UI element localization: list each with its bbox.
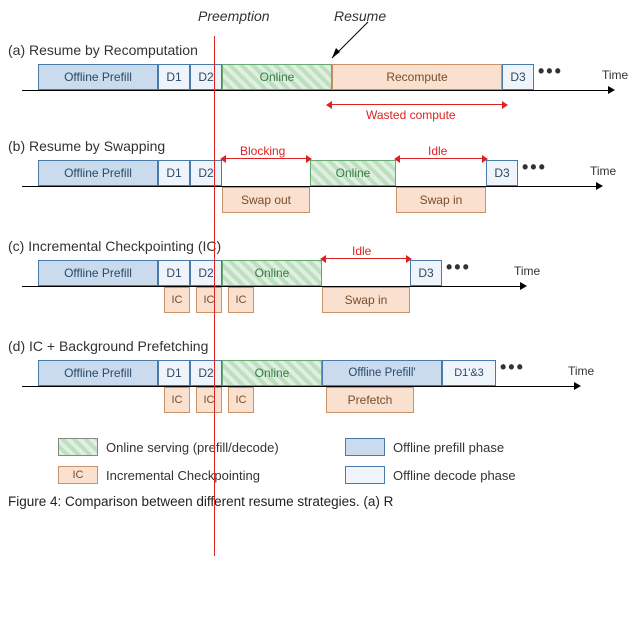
block-d2: D2 — [190, 160, 222, 186]
row-c: (c) Incremental Checkpointing (IC) Offli… — [8, 238, 632, 324]
block-online: Online — [222, 260, 322, 286]
ellipsis-icon: ••• — [500, 357, 525, 378]
block-d3: D3 — [486, 160, 518, 186]
row-title: (b) Resume by Swapping — [8, 138, 632, 154]
block-d1: D1 — [158, 260, 190, 286]
block-swap-in: Swap in — [396, 187, 486, 213]
ic-swatch-icon: IC — [58, 466, 98, 484]
legend-label: Online serving (prefill/decode) — [106, 440, 279, 455]
header: Preemption Resume — [8, 8, 632, 38]
block-online: Online — [222, 360, 322, 386]
block-d3: D3 — [410, 260, 442, 286]
time-axis — [22, 386, 574, 387]
block-d1-3: D1'&3 — [442, 360, 496, 386]
time-axis — [22, 90, 608, 91]
block-offline-prefill: Offline Prefill — [38, 160, 158, 186]
block-online: Online — [310, 160, 396, 186]
block-d2: D2 — [190, 360, 222, 386]
legend: Online serving (prefill/decode) Offline … — [58, 438, 602, 484]
block-online: Online — [222, 64, 332, 90]
time-label: Time — [514, 264, 540, 278]
online-swatch-icon — [58, 438, 98, 456]
block-d3: D3 — [502, 64, 534, 90]
block-recompute: Recompute — [332, 64, 502, 90]
row-a: (a) Resume by Recomputation Offline Pref… — [8, 42, 632, 124]
blocking-arrow — [226, 158, 306, 159]
block-swap-in: Swap in — [322, 287, 410, 313]
block-ic: IC — [228, 287, 254, 313]
figure-caption: Figure 4: Comparison between different r… — [8, 494, 632, 509]
offline-decode-swatch-icon — [345, 466, 385, 484]
axis-arrowhead-icon — [596, 182, 603, 190]
time-axis — [22, 286, 520, 287]
idle-label: Idle — [352, 244, 371, 258]
axis-arrowhead-icon — [574, 382, 581, 390]
legend-label: Incremental Checkpointing — [106, 468, 260, 483]
time-label: Time — [590, 164, 616, 178]
block-prefetch: Prefetch — [326, 387, 414, 413]
legend-ic: IC Incremental Checkpointing — [58, 466, 315, 484]
preemption-label: Preemption — [198, 8, 270, 24]
time-label: Time — [568, 364, 594, 378]
block-ic: IC — [164, 387, 190, 413]
block-ic: IC — [164, 287, 190, 313]
ellipsis-icon: ••• — [538, 61, 563, 82]
legend-label: Offline decode phase — [393, 468, 516, 483]
block-ic: IC — [196, 287, 222, 313]
block-d2: D2 — [190, 64, 222, 90]
row-title: (c) Incremental Checkpointing (IC) — [8, 238, 632, 254]
legend-offline-decode: Offline decode phase — [345, 466, 602, 484]
row-b: (b) Resume by Swapping Offline Prefill D… — [8, 138, 632, 224]
block-offline-prefill: Offline Prefill — [38, 64, 158, 90]
block-ic: IC — [196, 387, 222, 413]
axis-arrowhead-icon — [520, 282, 527, 290]
legend-label: Offline prefill phase — [393, 440, 504, 455]
block-d2: D2 — [190, 260, 222, 286]
axis-arrowhead-icon — [608, 86, 615, 94]
block-d1: D1 — [158, 64, 190, 90]
legend-offline-prefill: Offline prefill phase — [345, 438, 602, 456]
block-d1: D1 — [158, 360, 190, 386]
row-title: (a) Resume by Recomputation — [8, 42, 632, 58]
block-offline-prefill: Offline Prefill — [38, 260, 158, 286]
block-d1: D1 — [158, 160, 190, 186]
row-title: (d) IC + Background Prefetching — [8, 338, 632, 354]
offline-prefill-swatch-icon — [345, 438, 385, 456]
wasted-label: Wasted compute — [366, 108, 456, 122]
ellipsis-icon: ••• — [522, 157, 547, 178]
ellipsis-icon: ••• — [446, 257, 471, 278]
idle-label: Idle — [428, 144, 447, 158]
block-offline-prefill2: Offline Prefill' — [322, 360, 442, 386]
idle-arrow — [400, 158, 482, 159]
preemption-line — [214, 36, 215, 556]
wasted-arrow — [332, 104, 502, 105]
row-d: (d) IC + Background Prefetching Offline … — [8, 338, 632, 424]
legend-online: Online serving (prefill/decode) — [58, 438, 315, 456]
block-swap-out: Swap out — [222, 187, 310, 213]
block-offline-prefill: Offline Prefill — [38, 360, 158, 386]
idle-arrow — [326, 258, 406, 259]
time-label: Time — [602, 68, 628, 82]
blocking-label: Blocking — [240, 144, 285, 158]
block-ic: IC — [228, 387, 254, 413]
